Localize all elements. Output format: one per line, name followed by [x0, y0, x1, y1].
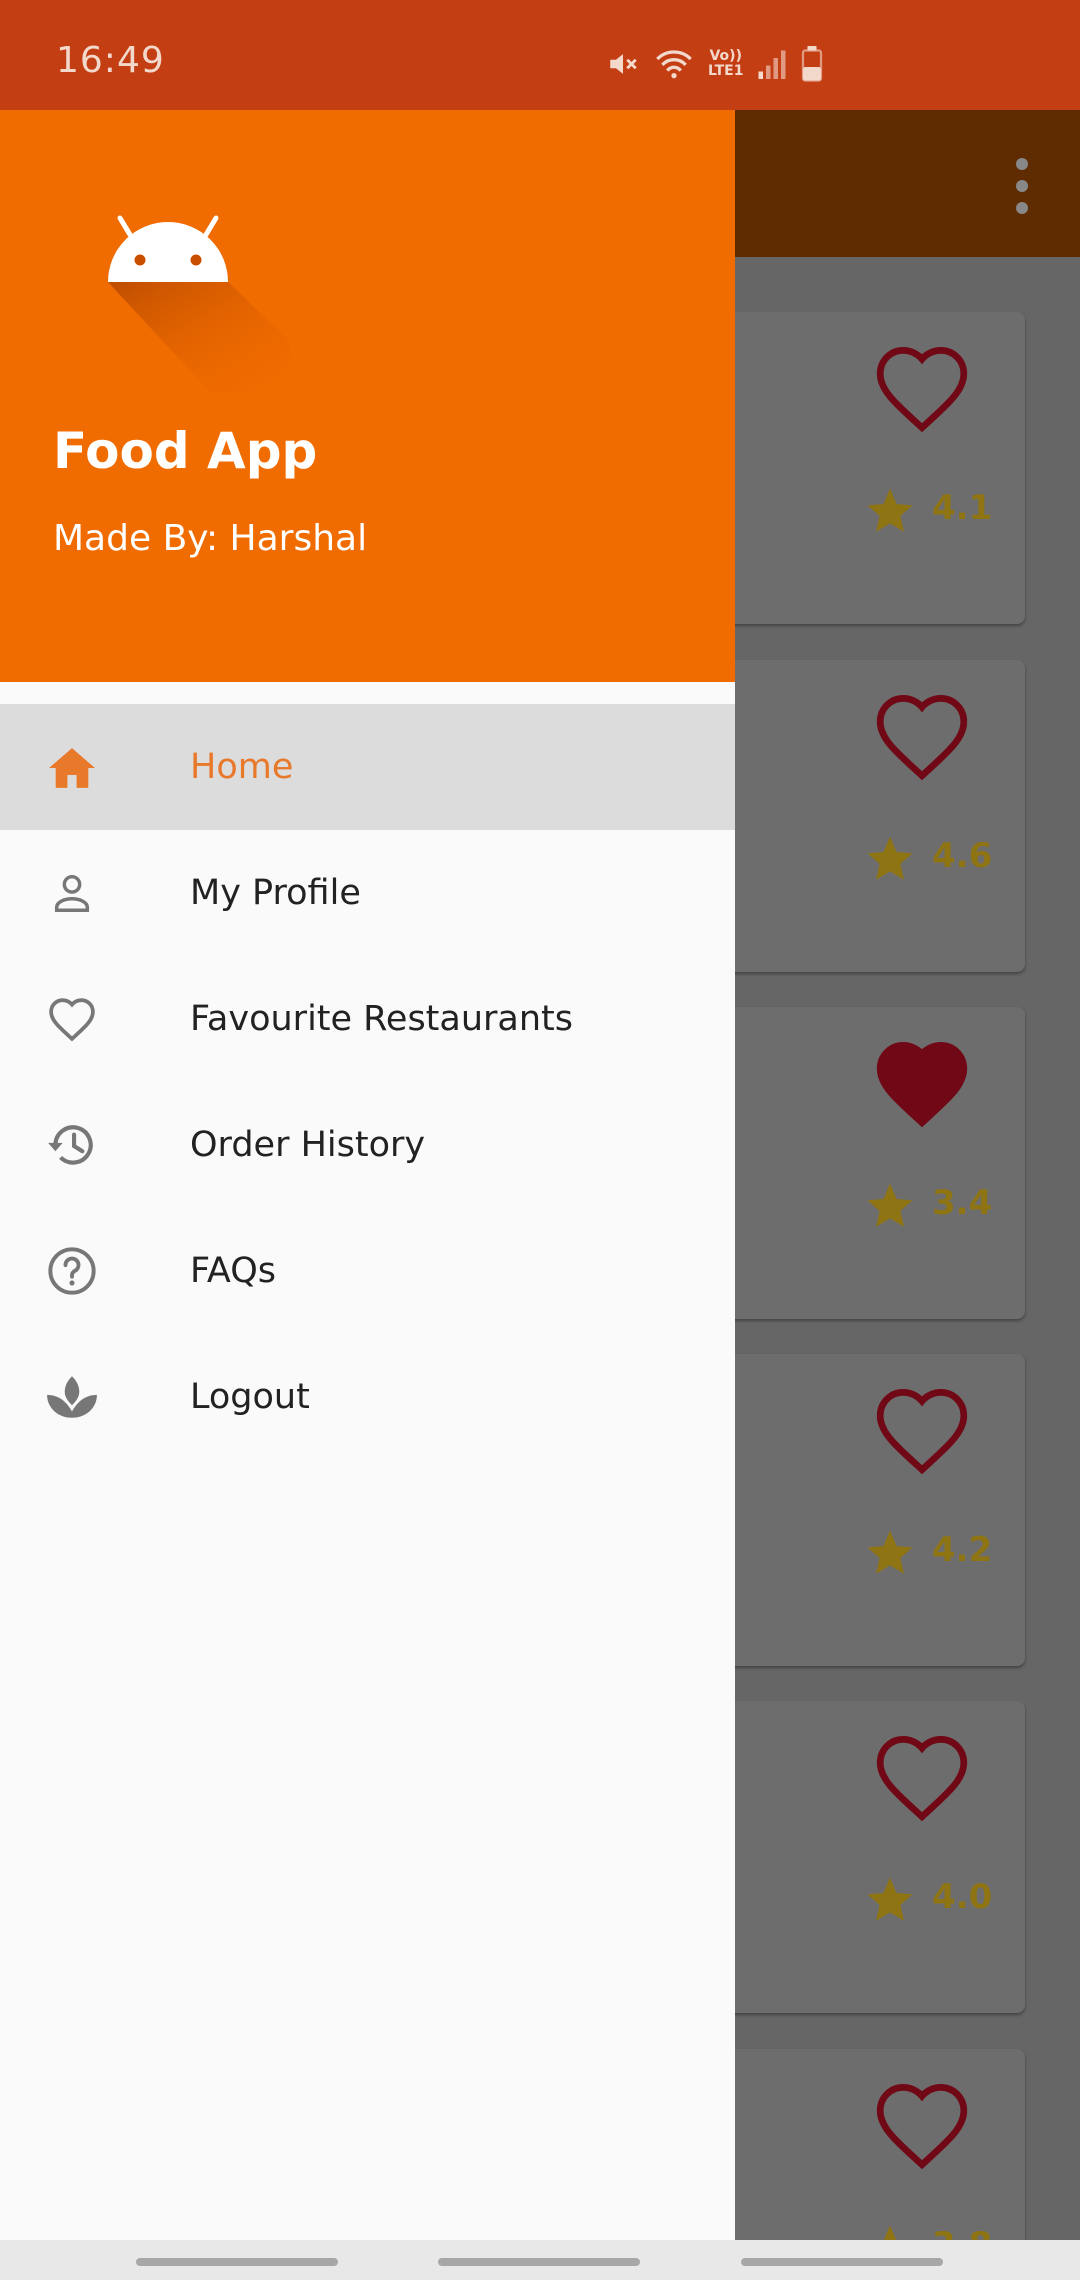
restaurant-card[interactable]: 3.8: [700, 2049, 1025, 2240]
app-title: Food App: [53, 422, 318, 480]
rating-value: 3.8: [932, 2225, 992, 2240]
help-circle-icon: [44, 1247, 100, 1295]
person-icon: [44, 869, 100, 917]
app-subtitle: Made By: Harshal: [53, 518, 368, 559]
network-type-label: Vo)) LTE1: [708, 48, 744, 79]
rating-value: 4.0: [932, 1877, 993, 1917]
system-navigation-bar: [0, 2240, 1080, 2280]
battery-icon: [802, 46, 823, 82]
restaurant-card[interactable]: 4.2: [700, 1354, 1025, 1666]
heart-outline-icon[interactable]: [870, 2079, 974, 2171]
heart-outline-icon[interactable]: [870, 690, 974, 782]
menu-item-logout[interactable]: Logout: [0, 1334, 735, 1460]
star-icon: [867, 488, 913, 532]
heart-outline-icon[interactable]: [870, 1731, 974, 1823]
home-icon: [44, 743, 100, 791]
back-button[interactable]: [741, 2258, 943, 2266]
restaurant-card[interactable]: 4.0: [700, 1701, 1025, 2013]
menu-item-order-history[interactable]: Order History: [0, 1082, 735, 1208]
status-bar: 16:49 Vo)) LTE1: [0, 0, 1080, 110]
home-gesture-button[interactable]: [438, 2258, 640, 2266]
signal-icon: [758, 50, 786, 79]
navigation-drawer: Food App Made By: Harshal Home My Profil…: [0, 110, 735, 2240]
restaurant-card[interactable]: 3.4: [700, 1007, 1025, 1319]
restaurant-card[interactable]: 4.6: [700, 660, 1025, 972]
rating-value: 4.1: [932, 488, 993, 528]
menu-item-home[interactable]: Home: [0, 704, 735, 830]
android-icon: [108, 215, 290, 392]
rating-value: 3.4: [932, 1183, 993, 1223]
drawer-header: Food App Made By: Harshal: [0, 110, 735, 682]
star-icon: [867, 1530, 913, 1574]
heart-filled-icon[interactable]: [870, 1037, 974, 1129]
rating-value: 4.6: [932, 836, 993, 876]
leaf-icon: [44, 1373, 100, 1421]
star-icon: [883, 2225, 897, 2240]
mute-icon: [610, 54, 637, 74]
menu-item-label: FAQs: [190, 1251, 277, 1291]
menu-item-label: Favourite Restaurants: [190, 999, 574, 1039]
menu-item-label: Order History: [190, 1125, 426, 1165]
star-icon: [867, 1877, 913, 1921]
heart-outline-icon[interactable]: [870, 342, 974, 434]
wifi-icon: [656, 50, 692, 79]
menu-item-favourite-restaurants[interactable]: Favourite Restaurants: [0, 956, 735, 1082]
overflow-menu-icon[interactable]: [1012, 158, 1032, 214]
heart-outline-icon[interactable]: [870, 1384, 974, 1476]
drawer-menu: Home My Profile Favourite Restaurants Or…: [0, 704, 735, 1460]
restaurant-card[interactable]: 4.1: [700, 312, 1025, 624]
rating-value: 4.2: [932, 1530, 993, 1570]
menu-item-label: My Profile: [190, 873, 361, 913]
menu-item-my-profile[interactable]: My Profile: [0, 830, 735, 956]
menu-item-faqs[interactable]: FAQs: [0, 1208, 735, 1334]
menu-item-label: Home: [190, 747, 294, 787]
star-icon: [867, 836, 913, 880]
history-icon: [44, 1121, 100, 1169]
menu-item-label: Logout: [190, 1377, 310, 1417]
recent-apps-button[interactable]: [136, 2258, 338, 2266]
status-time: 16:49: [56, 40, 165, 81]
star-icon: [867, 1183, 913, 1227]
status-icons: Vo)) LTE1: [606, 44, 823, 84]
heart-outline-icon: [44, 995, 100, 1043]
